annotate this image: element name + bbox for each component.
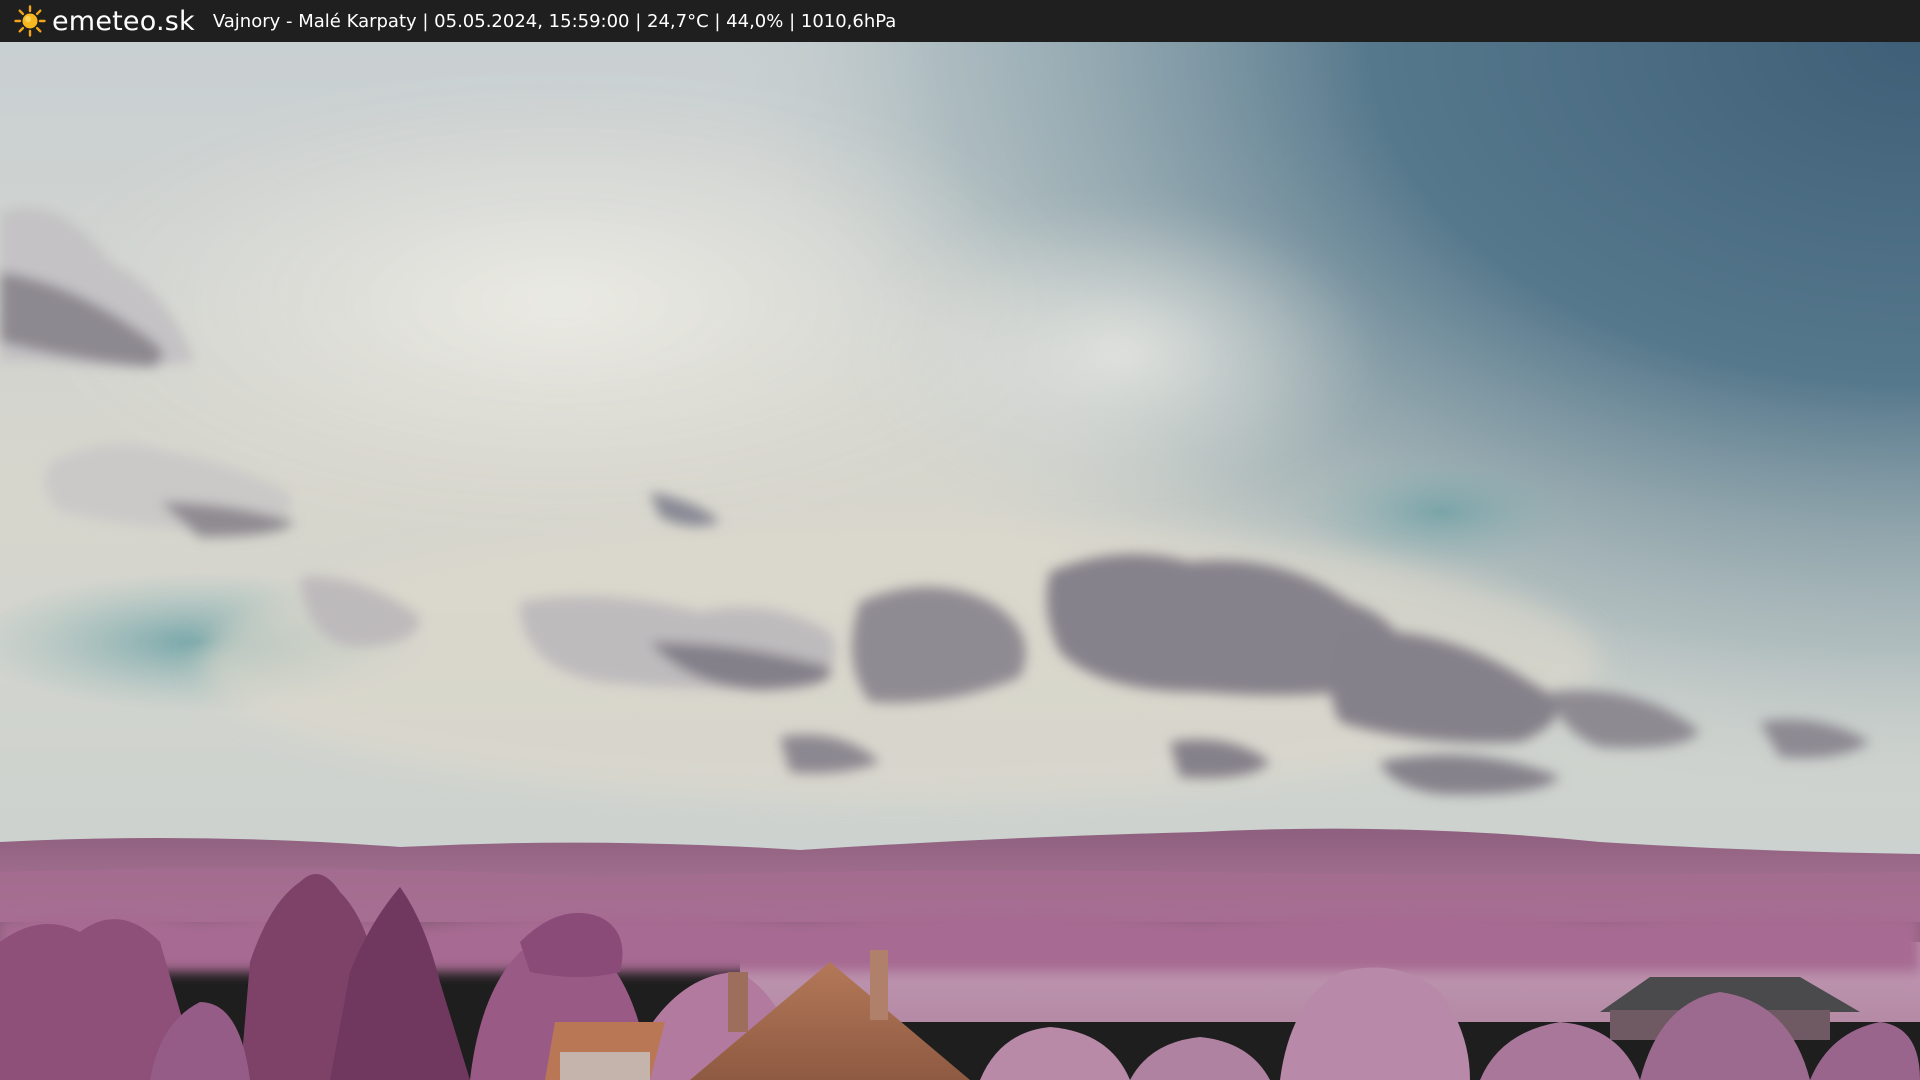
webcam-image (0, 42, 1920, 1080)
site-logo[interactable]: emeteo.sk (14, 5, 195, 37)
sun-icon (14, 5, 46, 37)
header-bar: emeteo.sk Vajnory - Malé Karpaty | 05.05… (0, 0, 1920, 42)
brand-name: emeteo.sk (52, 5, 195, 37)
webcam-scene (0, 42, 1920, 1080)
station-info: Vajnory - Malé Karpaty | 05.05.2024, 15:… (212, 10, 897, 32)
